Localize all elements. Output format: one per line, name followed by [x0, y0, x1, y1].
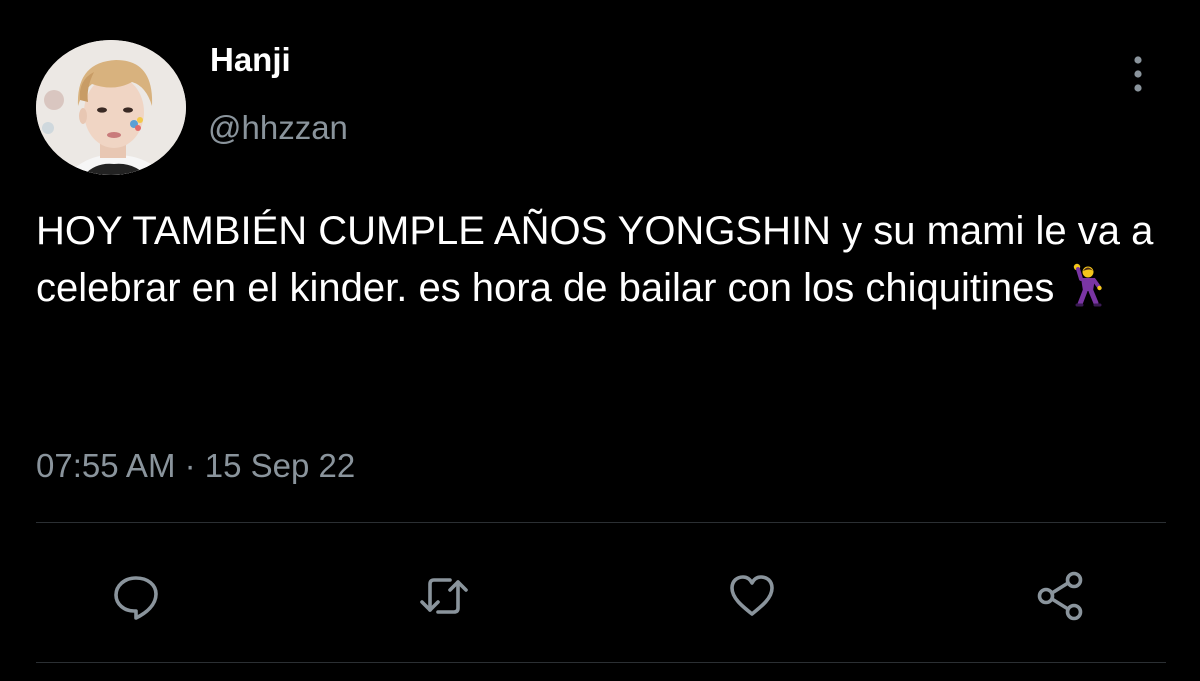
- tweet-timestamp[interactable]: 07:55 AM · 15 Sep 22: [36, 444, 355, 488]
- heart-icon: [730, 575, 774, 616]
- retweet-icon: [420, 578, 468, 614]
- tweet-date: 15 Sep 22: [204, 447, 356, 484]
- share-icon: [1037, 571, 1083, 621]
- divider-bottom: [36, 662, 1166, 663]
- display-name[interactable]: Hanji: [210, 40, 291, 80]
- username-handle[interactable]: @hhzzan: [208, 108, 348, 148]
- tweet-time: 07:55 AM: [36, 447, 176, 484]
- timestamp-separator: ·: [184, 447, 196, 484]
- man-dancing-emoji-icon: [1068, 263, 1103, 323]
- profile-photo-icon: [36, 40, 186, 175]
- share-button[interactable]: [1030, 566, 1090, 626]
- more-vertical-icon: [1134, 56, 1142, 92]
- like-button[interactable]: [722, 566, 782, 626]
- avatar[interactable]: [36, 40, 186, 175]
- retweet-button[interactable]: [414, 566, 474, 626]
- tweet-body: HOY TAMBIÉN CUMPLE AÑOS YONGSHIN y su ma…: [36, 209, 1154, 310]
- more-options-button[interactable]: [1118, 52, 1158, 96]
- tweet-card: Hanji @hhzzan HOY TAMBIÉN CUMPLE AÑOS YO…: [0, 0, 1200, 681]
- comment-icon: [114, 576, 158, 620]
- divider: [36, 522, 1166, 523]
- tweet-text: HOY TAMBIÉN CUMPLE AÑOS YONGSHIN y su ma…: [36, 203, 1166, 323]
- reply-button[interactable]: [106, 566, 166, 626]
